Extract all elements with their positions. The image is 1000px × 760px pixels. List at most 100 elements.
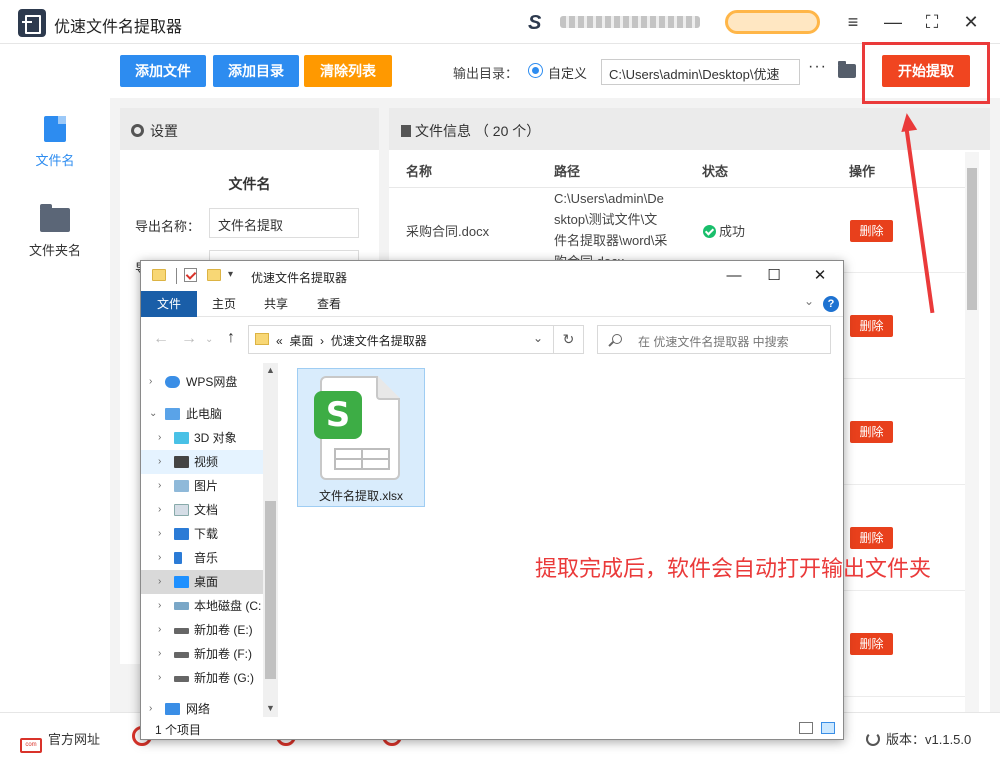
delete-button[interactable]: 删除 [850, 220, 893, 242]
nav-item-video[interactable]: › 视频 [141, 450, 263, 474]
document-icon [174, 504, 189, 516]
nav-item-pictures[interactable]: › 图片 [141, 474, 263, 498]
explorer-minimize-button[interactable]: — [723, 265, 745, 287]
delete-button[interactable]: 删除 [850, 633, 893, 655]
folder-icon [152, 269, 166, 281]
menu-icon[interactable]: ≡ [841, 10, 865, 34]
more-options-button[interactable]: ··· [808, 58, 827, 76]
scroll-down-icon[interactable]: ▼ [266, 703, 275, 713]
help-icon[interactable]: ? [823, 296, 839, 312]
sidebar-item-filename[interactable]: 文件名 [0, 116, 110, 169]
breadcrumb-desktop[interactable]: 桌面 [289, 334, 313, 348]
chevron-right-icon[interactable]: › [149, 370, 152, 394]
nav-item-label: 新加卷 (E:) [194, 623, 253, 637]
chevron-right-icon[interactable]: › [158, 546, 161, 570]
nav-item-network[interactable]: › 网络 [141, 697, 263, 717]
nav-item-label: 下载 [194, 527, 219, 541]
chevron-right-icon[interactable]: › [158, 594, 161, 618]
chevron-right-icon[interactable]: › [149, 697, 152, 717]
nav-item-drive-g[interactable]: › 新加卷 (G:) [141, 666, 263, 690]
wps-sheet-badge-icon: S [314, 391, 362, 439]
open-folder-icon[interactable] [838, 61, 856, 78]
explorer-title-bar: ▾ 优速文件名提取器 — ☐ ✕ [141, 261, 843, 291]
output-path-input[interactable]: C:\Users\admin\Desktop\优速 [601, 59, 800, 85]
chevron-right-icon[interactable]: › [158, 450, 161, 474]
nav-item-music[interactable]: › 音乐 [141, 546, 263, 570]
chevron-right-icon[interactable]: › [158, 522, 161, 546]
desktop-icon [174, 576, 189, 588]
clear-list-button[interactable]: 清除列表 [304, 55, 392, 87]
file-item[interactable]: S 文件名提取.xlsx [297, 368, 425, 507]
nav-item-3d[interactable]: › 3D 对象 [141, 426, 263, 450]
app-logo-icon [18, 9, 46, 37]
file-list-scroll-thumb[interactable] [967, 168, 977, 310]
recent-dropdown-icon[interactable]: ⌄ [205, 334, 213, 345]
add-directory-button[interactable]: 添加目录 [213, 55, 299, 87]
official-site-link[interactable]: com 官方网址 [20, 729, 100, 753]
maximize-button[interactable]: ⛶ [920, 10, 944, 34]
refresh-button[interactable]: ↻ [554, 325, 584, 354]
app-title: 优速文件名提取器 [54, 19, 183, 36]
promo-pill-button[interactable] [725, 10, 820, 34]
chevron-right-icon[interactable]: › [158, 474, 161, 498]
nav-item-drive-f[interactable]: › 新加卷 (F:) [141, 642, 263, 666]
computer-icon [165, 408, 180, 420]
scroll-up-icon[interactable]: ▲ [266, 365, 275, 375]
large-icons-view-icon[interactable] [821, 722, 835, 734]
folder-icon [40, 204, 70, 232]
details-view-icon[interactable] [799, 722, 813, 734]
explorer-maximize-button[interactable]: ☐ [763, 265, 785, 287]
search-input[interactable]: 在 优速文件名提取器 中搜索 [597, 325, 831, 354]
promo-logo-icon[interactable]: S [528, 12, 541, 35]
sidebar-item-foldername[interactable]: 文件夹名 [0, 204, 110, 259]
explorer-window: ▾ 优速文件名提取器 — ☐ ✕ 文件 主页 共享 查看 ⌄ ? ← → ⌄ ↑… [140, 260, 931, 740]
chevron-right-icon[interactable]: › [158, 498, 161, 522]
chevron-right-icon[interactable]: › [158, 618, 161, 642]
delete-button[interactable]: 删除 [850, 421, 893, 443]
export-name-input[interactable]: 文件名提取 [209, 208, 359, 238]
close-button[interactable]: ✕ [959, 10, 983, 34]
chevron-right-icon[interactable]: › [158, 426, 161, 450]
chevron-down-icon[interactable]: ⌄ [149, 402, 157, 426]
nav-item-documents[interactable]: › 文档 [141, 498, 263, 522]
chevron-down-icon[interactable]: ⌄ [804, 294, 814, 308]
table-header: 名称 路径 状态 操作 [389, 150, 979, 188]
nav-item-this-pc[interactable]: ⌄ 此电脑 [141, 402, 263, 426]
chevron-right-icon[interactable]: › [158, 642, 161, 666]
nav-item-wps[interactable]: › WPS网盘 [141, 370, 263, 394]
properties-icon[interactable] [184, 268, 197, 282]
forward-arrow-icon[interactable]: → [181, 330, 197, 348]
add-file-button[interactable]: 添加文件 [120, 55, 206, 87]
custom-radio-label[interactable]: 自定义 [548, 63, 587, 82]
sidebar: 文件名 文件夹名 [0, 44, 110, 712]
delete-button[interactable]: 删除 [850, 527, 893, 549]
back-arrow-icon[interactable]: ← [153, 330, 169, 348]
nav-pane-scroll-thumb[interactable] [265, 501, 276, 679]
tab-home[interactable]: 主页 [201, 291, 247, 317]
navigation-pane: › WPS网盘 ⌄ 此电脑 › 3D 对象 › 视频 › 图片 › 文档 › 下… [141, 363, 279, 717]
tab-view[interactable]: 查看 [306, 291, 352, 317]
breadcrumb-current[interactable]: 优速文件名提取器 [331, 334, 427, 348]
promo-banner[interactable] [560, 16, 700, 28]
tab-share[interactable]: 共享 [253, 291, 299, 317]
col-status: 状态 [702, 164, 729, 179]
chevron-right-icon[interactable]: › [158, 570, 161, 594]
new-folder-icon[interactable] [207, 269, 221, 281]
minimize-button[interactable]: — [881, 10, 905, 34]
delete-button[interactable]: 删除 [850, 315, 893, 337]
address-overflow[interactable]: « [276, 334, 283, 348]
tab-file[interactable]: 文件 [141, 291, 197, 317]
nav-item-downloads[interactable]: › 下载 [141, 522, 263, 546]
chevron-down-icon[interactable]: ▾ [228, 269, 233, 280]
explorer-close-button[interactable]: ✕ [809, 265, 831, 287]
chevron-down-icon[interactable]: ⌄ [533, 331, 543, 345]
website-icon: com [20, 738, 42, 753]
custom-radio[interactable] [528, 63, 543, 78]
address-bar[interactable]: « 桌面 › 优速文件名提取器 ⌄ [248, 325, 554, 354]
nav-item-desktop[interactable]: › 桌面 [141, 570, 263, 594]
chevron-right-icon[interactable]: › [158, 666, 161, 690]
nav-item-drive-c[interactable]: › 本地磁盘 (C: [141, 594, 263, 618]
nav-item-drive-e[interactable]: › 新加卷 (E:) [141, 618, 263, 642]
gear-icon [131, 124, 144, 137]
up-arrow-icon[interactable]: ↑ [227, 329, 235, 347]
